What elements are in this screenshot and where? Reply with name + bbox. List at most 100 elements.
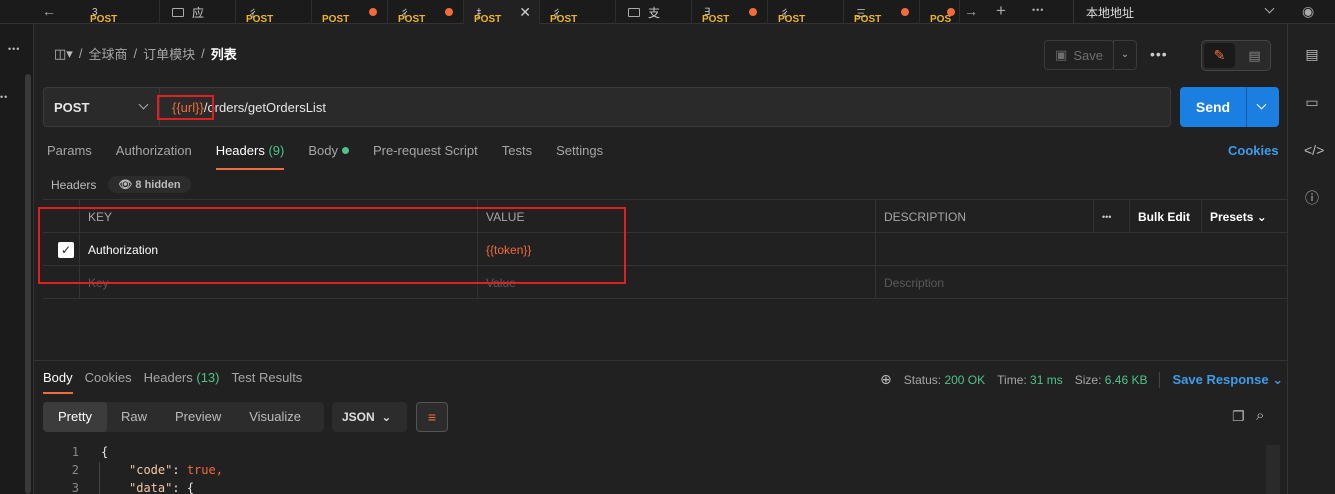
- new-tab-plus-icon[interactable]: +: [996, 1, 1006, 21]
- line-number: 3: [71, 481, 79, 494]
- request-tab[interactable]: POST 3: [80, 0, 160, 24]
- back-arrow-icon[interactable]: ←: [42, 3, 56, 19]
- close-icon[interactable]: ✕: [519, 4, 531, 21]
- indent-guide: [99, 462, 100, 494]
- more-icon-2[interactable]: ••: [0, 92, 8, 102]
- globe-icon[interactable]: ⊕: [880, 371, 892, 388]
- comments-icon[interactable]: ▭: [1304, 94, 1320, 110]
- tab-response-cookies[interactable]: Cookies: [85, 370, 132, 385]
- page-title[interactable]: 列表: [211, 44, 237, 63]
- view-visualize[interactable]: Visualize: [235, 402, 315, 432]
- documentation-icon[interactable]: ▤: [1304, 46, 1320, 62]
- view-raw[interactable]: Raw: [107, 402, 161, 432]
- unsaved-dot-icon: [369, 8, 377, 16]
- tab-response-headers[interactable]: Headers (13): [144, 370, 220, 385]
- folder-icon: [628, 7, 640, 17]
- response-tabs: Body Cookies Headers (13) Test Results: [43, 370, 303, 394]
- response-size: 6.46 KB: [1104, 372, 1148, 387]
- more-columns-icon[interactable]: •••: [1093, 200, 1129, 233]
- breadcrumb-item[interactable]: 全球商: [88, 44, 127, 63]
- edit-pencil-icon[interactable]: ✎: [1204, 43, 1235, 68]
- save-dropdown-button[interactable]: ⌄: [1113, 40, 1137, 70]
- comment-icon[interactable]: ▤: [1239, 43, 1270, 68]
- save-button[interactable]: ▣ Save: [1044, 40, 1114, 70]
- tab-headers[interactable]: Headers (9): [215, 143, 284, 170]
- format-select[interactable]: JSON ⌄: [332, 402, 407, 432]
- forward-arrow-icon[interactable]: →: [964, 3, 978, 19]
- breadcrumb-item[interactable]: 订单模块: [143, 44, 195, 63]
- request-tab[interactable]: POST: [312, 0, 388, 24]
- folder-tab[interactable]: 应: [160, 0, 236, 24]
- view-preview[interactable]: Preview: [161, 402, 235, 432]
- info-icon[interactable]: ⓘ: [1304, 190, 1320, 206]
- tab-test-results[interactable]: Test Results: [232, 370, 303, 385]
- request-tab[interactable]: POST 彳: [540, 0, 616, 24]
- highlight-box-headers: [38, 207, 626, 284]
- code-icon[interactable]: </>: [1304, 142, 1324, 158]
- folder-tab[interactable]: 支: [616, 0, 692, 24]
- unsaved-dot-icon: [901, 8, 909, 16]
- headers-subheader: Headers 👁 8 hidden: [51, 176, 191, 193]
- line-number: 1: [71, 445, 79, 459]
- tab-prerequest-script[interactable]: Pre-request Script: [373, 143, 478, 158]
- tab-settings[interactable]: Settings: [556, 143, 603, 158]
- col-description: DESCRIPTION: [875, 200, 1093, 233]
- wrap-lines-icon[interactable]: ≡: [416, 402, 448, 432]
- hidden-headers-toggle[interactable]: 👁 8 hidden: [108, 176, 191, 193]
- tab-body[interactable]: Body: [308, 143, 349, 158]
- save-response-button[interactable]: Save Response ⌄: [1172, 372, 1283, 388]
- unsaved-dot-icon: [445, 8, 453, 16]
- headers-label: Headers: [51, 177, 97, 192]
- highlight-box-url-variable: [157, 95, 214, 120]
- environment-selector[interactable]: 本地地址: [1073, 0, 1287, 24]
- more-tabs-icon[interactable]: •••: [1032, 5, 1044, 15]
- code-line: "data": {: [129, 481, 195, 494]
- method-select[interactable]: POST: [44, 88, 160, 126]
- new-description-input[interactable]: Description: [875, 266, 1287, 299]
- body-indicator-dot-icon: [341, 147, 349, 154]
- request-tab[interactable]: POST 彳: [236, 0, 312, 24]
- folder-icon: [172, 7, 184, 17]
- code-line: {: [101, 445, 109, 459]
- send-dropdown-chevron-icon[interactable]: [1256, 99, 1267, 110]
- scrollbar[interactable]: [25, 74, 31, 494]
- header-description-input[interactable]: [875, 233, 1287, 266]
- pane-divider[interactable]: [34, 360, 1287, 361]
- right-sidebar: ▤ ▭ </> ⓘ: [1287, 24, 1335, 494]
- request-tab[interactable]: POS: [920, 0, 960, 24]
- mode-toggle[interactable]: ✎ ▤: [1201, 40, 1271, 71]
- tab-authorization[interactable]: Authorization: [116, 143, 192, 158]
- request-icon: ◫▾: [54, 45, 73, 61]
- breadcrumb: ◫▾ / 全球商 / 订单模块 / 列表: [54, 44, 237, 63]
- environment-name: 本地地址: [1086, 6, 1135, 20]
- more-icon[interactable]: •••: [8, 44, 20, 54]
- save-icon: ▣: [1055, 47, 1068, 62]
- tab-params[interactable]: Params: [47, 143, 92, 158]
- eye-icon[interactable]: ◉: [1302, 3, 1314, 20]
- request-tabs: Params Authorization Headers (9) Body Pr…: [47, 143, 603, 170]
- request-tab[interactable]: POST 三: [844, 0, 920, 24]
- chevron-down-icon: [1264, 3, 1275, 14]
- search-icon[interactable]: ⌕: [1256, 407, 1264, 424]
- code-line: "code": true,: [129, 463, 223, 477]
- tab-bar: ← POST 3 应 POST 彳 POST POST 彳 POST 扌 ✕ POST 彳 …: [0, 0, 1335, 24]
- presets-dropdown[interactable]: Presets ⌄: [1201, 200, 1287, 233]
- response-view-selector: Pretty Raw Preview Visualize: [43, 402, 324, 432]
- request-tab-active[interactable]: POST 扌 ✕: [464, 0, 540, 24]
- request-tab[interactable]: POST 彳: [388, 0, 464, 24]
- request-tab[interactable]: POST 彳: [768, 0, 844, 24]
- code-scrollbar[interactable]: [1266, 445, 1280, 494]
- copy-icon[interactable]: ❐: [1232, 408, 1245, 425]
- url-path: /orders/getOrdersList: [203, 100, 326, 115]
- eye-icon: 👁: [118, 179, 133, 191]
- more-options-icon[interactable]: •••: [1150, 46, 1168, 62]
- send-button[interactable]: Send: [1180, 87, 1279, 127]
- request-tab[interactable]: POST ∃: [692, 0, 768, 24]
- cookies-link[interactable]: Cookies: [1228, 143, 1279, 158]
- bulk-edit-button[interactable]: Bulk Edit: [1129, 200, 1201, 233]
- unsaved-dot-icon: [749, 8, 757, 16]
- view-pretty[interactable]: Pretty: [43, 402, 107, 432]
- tab-tests[interactable]: Tests: [502, 143, 532, 158]
- tab-response-body[interactable]: Body: [43, 370, 73, 394]
- chevron-down-icon: [138, 99, 149, 110]
